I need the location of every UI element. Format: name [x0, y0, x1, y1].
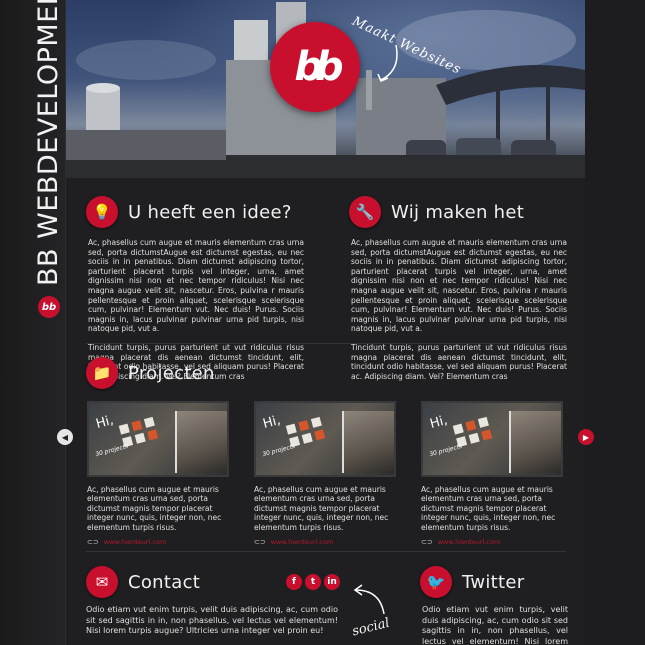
section-maken-header: 🔧 Wij maken het — [349, 196, 524, 228]
section-maken-paragraph-1: Ac, phasellus cum augue et mauris elemen… — [351, 238, 567, 334]
section-maken-text: Ac, phasellus cum augue et mauris elemen… — [351, 238, 567, 390]
project-thumbnail[interactable]: Hi, 30 projects — [421, 401, 563, 477]
social-buttons: f t in — [286, 574, 340, 590]
hero-logo: bb — [270, 22, 360, 112]
right-strip — [585, 0, 645, 645]
wrench-icon: 🔧 — [349, 196, 381, 228]
thumb-photo — [175, 411, 227, 473]
divider — [86, 343, 566, 344]
thumb-caption: 30 projects — [94, 442, 129, 459]
brand-name: BB WEBDEVELOPMENT — [33, 0, 64, 286]
section-maken-paragraph-2: Tincidunt turpis, purus parturient ut vu… — [351, 342, 567, 381]
section-idee-header: 💡 U heeft een idee? — [86, 196, 292, 228]
section-contact-text: Odio etiam vut enim turpis, velit duis a… — [86, 605, 338, 635]
section-twitter-text: Odio etiam vut enim turpis, velit duis a… — [422, 605, 568, 645]
project-card[interactable]: Hi, 30 projects Ac, phasellus cum augue … — [87, 401, 229, 546]
arrow-left-icon: ◀ — [61, 432, 69, 442]
project-thumbnail[interactable]: Hi, 30 projects — [254, 401, 396, 477]
brand[interactable]: bb BB WEBDEVELOPMENT — [33, 0, 64, 318]
thumb-caption: 30 projects — [261, 442, 296, 459]
thumb-heading: Hi, — [428, 412, 450, 433]
project-link[interactable]: ⊂⊃ www.hierdeurl.com — [421, 538, 563, 546]
twitter-bird-icon: 🐦 — [420, 566, 452, 598]
project-description: Ac, phasellus cum augue et mauris elemen… — [421, 485, 556, 532]
twitter-button[interactable]: t — [305, 574, 321, 590]
project-link-url[interactable]: www.hierdeurl.com — [271, 538, 334, 546]
project-link[interactable]: ⊂⊃ www.hierdeurl.com — [87, 538, 229, 546]
link-icon: ⊂⊃ — [254, 538, 266, 547]
section-contact-title: Contact — [128, 571, 201, 593]
project-link[interactable]: ⊂⊃ www.hierdeurl.com — [254, 538, 396, 546]
section-projecten-title: Projecten — [128, 362, 215, 384]
thumb-heading: Hi, — [261, 412, 283, 433]
thumb-heading: Hi, — [94, 412, 116, 433]
sidebar: bb BB WEBDEVELOPMENT — [0, 0, 66, 645]
carousel-next-button[interactable]: ▶ — [578, 429, 594, 445]
section-twitter-header: 🐦 Twitter — [420, 566, 524, 598]
project-description: Ac, phasellus cum augue et mauris elemen… — [87, 485, 222, 532]
section-twitter-title: Twitter — [462, 571, 525, 593]
project-card[interactable]: Hi, 30 projects Ac, phasellus cum augue … — [421, 401, 563, 546]
link-icon: ⊂⊃ — [87, 538, 99, 547]
folder-icon: 📁 — [86, 357, 118, 389]
project-card[interactable]: Hi, 30 projects Ac, phasellus cum augue … — [254, 401, 396, 546]
project-link-url[interactable]: www.hierdeurl.com — [104, 538, 167, 546]
lightbulb-icon: 💡 — [86, 196, 118, 228]
divider — [86, 551, 566, 552]
thumb-caption: 30 projects — [428, 442, 463, 459]
section-contact-header: ✉ Contact — [86, 566, 200, 598]
section-projecten-header: 📁 Projecten — [86, 357, 215, 389]
linkedin-button[interactable]: in — [324, 574, 340, 590]
project-link-url[interactable]: www.hierdeurl.com — [438, 538, 501, 546]
section-idee-title: U heeft een idee? — [128, 201, 292, 223]
project-thumbnail[interactable]: Hi, 30 projects — [87, 401, 229, 477]
envelope-icon: ✉ — [86, 566, 118, 598]
link-icon: ⊂⊃ — [421, 538, 433, 547]
section-maken-title: Wij maken het — [391, 201, 525, 223]
facebook-button[interactable]: f — [286, 574, 302, 590]
arrow-right-icon: ▶ — [582, 432, 590, 442]
brand-logo: bb — [37, 296, 60, 318]
carousel-prev-button[interactable]: ◀ — [57, 429, 73, 445]
thumb-photo — [342, 411, 394, 473]
project-description: Ac, phasellus cum augue et mauris elemen… — [254, 485, 389, 532]
hero-banner: bb Maakt Websites — [66, 0, 585, 178]
thumb-photo — [509, 411, 561, 473]
section-idee-paragraph-1: Ac, phasellus cum augue et mauris elemen… — [88, 238, 304, 334]
